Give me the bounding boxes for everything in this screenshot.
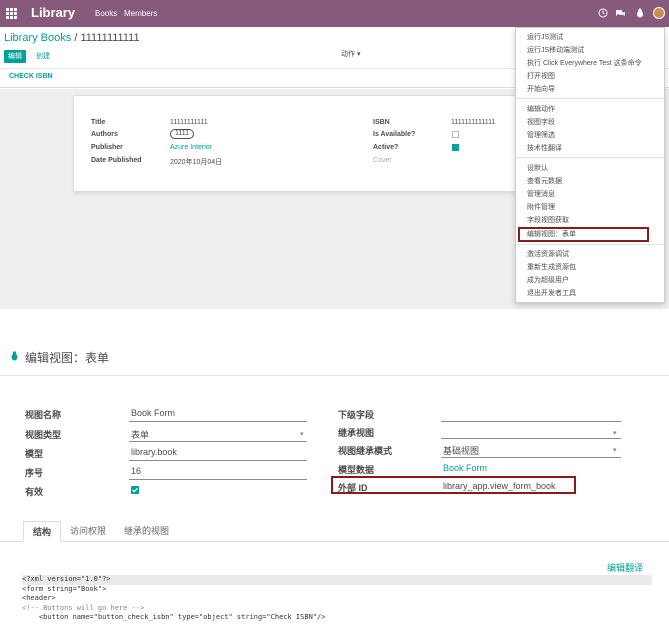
model-underline bbox=[129, 460, 307, 461]
dm-divider bbox=[516, 157, 664, 158]
is-available-label: Is Available? bbox=[373, 131, 416, 138]
is-available-checkbox[interactable] bbox=[452, 131, 459, 138]
active-checkbox[interactable] bbox=[131, 486, 139, 494]
clock-icon[interactable] bbox=[597, 8, 608, 19]
tab-structure[interactable]: 结构 bbox=[23, 521, 62, 542]
breadcrumb-root[interactable]: Library Books bbox=[4, 32, 71, 44]
dm-divider bbox=[516, 244, 664, 245]
app-brand[interactable]: Library bbox=[31, 5, 75, 20]
create-button[interactable]: 创建 bbox=[32, 50, 54, 63]
edit-view-title: 编辑视图：表单 bbox=[25, 351, 110, 365]
dm-run-js-mobile-tests[interactable]: 运行JS移动端测试 bbox=[527, 45, 584, 55]
menu-members[interactable]: Members bbox=[124, 9, 157, 18]
authors-label: Authors bbox=[91, 131, 118, 138]
publisher-link[interactable]: Azure Interior bbox=[170, 144, 212, 151]
chevron-down-icon[interactable]: ▾ bbox=[300, 430, 304, 438]
tab-inherited-views[interactable]: 继承的视图 bbox=[115, 521, 178, 542]
dm-activate-assets-debug[interactable]: 激活资源调试 bbox=[527, 249, 569, 259]
sequence-label: 序号 bbox=[25, 468, 44, 478]
model-data-link[interactable]: Book Form bbox=[443, 463, 487, 473]
dm-fields-view-get[interactable]: 字段视图获取 bbox=[527, 215, 569, 225]
apps-menu-icon[interactable] bbox=[6, 8, 17, 19]
child-field-label: 下级字段 bbox=[338, 410, 375, 420]
tab-access-rights[interactable]: 访问权限 bbox=[61, 521, 115, 542]
menu-books[interactable]: Books bbox=[95, 9, 117, 18]
view-type-label: 视图类型 bbox=[25, 430, 62, 440]
date-published-label: Date Published bbox=[91, 157, 142, 164]
dm-leave-developer-tools[interactable]: 退出开发者工具 bbox=[527, 288, 576, 298]
bug-icon bbox=[10, 351, 19, 364]
debug-dropdown-menu: 运行JS测试 运行JS移动端测试 执行 Click Everywhere Tes… bbox=[515, 27, 665, 303]
code-line: <?xml version="1.0"?> bbox=[22, 575, 652, 585]
dm-regenerate-assets[interactable]: 重新生成资源包 bbox=[527, 262, 576, 272]
dm-manage-filters[interactable]: 管理筛选 bbox=[527, 130, 555, 140]
chevron-down-icon[interactable]: ▾ bbox=[613, 429, 617, 437]
dm-set-defaults[interactable]: 设默认 bbox=[527, 163, 548, 173]
sequence-input[interactable]: 16 bbox=[131, 466, 141, 476]
breadcrumb: Library Books / 11111111111 bbox=[4, 32, 140, 44]
model-label: 模型 bbox=[25, 449, 44, 459]
form-sheet: Title 11111111111 Authors 1111 Publisher… bbox=[73, 95, 523, 192]
view-type-select[interactable]: 表单 bbox=[131, 428, 149, 441]
dm-edit-action[interactable]: 编辑动作 bbox=[527, 104, 555, 114]
date-published-value: 2020年10月04日 bbox=[170, 159, 223, 166]
highlight-box-external-id bbox=[331, 476, 576, 494]
action-dropdown[interactable]: 动作 ▾ bbox=[341, 49, 360, 59]
edit-view-divider bbox=[0, 375, 669, 376]
isbn-label: ISBN bbox=[373, 119, 390, 126]
dm-become-superuser[interactable]: 成为超级用户 bbox=[527, 275, 569, 285]
bug-icon[interactable] bbox=[634, 8, 645, 19]
child-field-underline bbox=[441, 421, 621, 422]
dm-start-wizard[interactable]: 开始向导 bbox=[527, 84, 555, 94]
view-name-input[interactable]: Book Form bbox=[131, 408, 175, 418]
view-name-label: 视图名称 bbox=[25, 410, 62, 420]
isbn-value: 1111111111111 bbox=[451, 119, 496, 126]
active-label: 有效 bbox=[25, 487, 44, 497]
cover-label: Cover bbox=[373, 157, 392, 164]
dm-open-view[interactable]: 打开视图 bbox=[527, 71, 555, 81]
model-input[interactable]: library.book bbox=[131, 447, 177, 457]
breadcrumb-separator: / bbox=[74, 32, 78, 44]
dm-view-metadata[interactable]: 查看元数据 bbox=[527, 176, 562, 186]
view-name-underline bbox=[129, 421, 307, 422]
chat-icon[interactable] bbox=[615, 8, 626, 19]
top-navbar: Library Books Members bbox=[0, 0, 669, 27]
title-label: Title bbox=[91, 119, 106, 126]
xml-code-editor[interactable]: <?xml version="1.0"?> <form string="Book… bbox=[22, 575, 652, 635]
title-value: 11111111111 bbox=[170, 119, 208, 126]
inherit-mode-underline bbox=[441, 457, 621, 458]
chevron-down-icon[interactable]: ▾ bbox=[613, 446, 617, 454]
code-line: <button name="button_check_isbn" type="o… bbox=[22, 613, 326, 621]
dm-technical-translation[interactable]: 技术性翻译 bbox=[527, 143, 562, 153]
dm-run-js-tests[interactable]: 运行JS测试 bbox=[527, 32, 563, 42]
model-data-label: 模型数据 bbox=[338, 465, 375, 475]
breadcrumb-current: 11111111111 bbox=[80, 32, 140, 44]
dm-click-everywhere[interactable]: 执行 Click Everywhere Test 这条命令 bbox=[527, 58, 642, 68]
code-line: <!-- Buttons will go here --> bbox=[22, 603, 145, 612]
code-line: <header> bbox=[22, 594, 56, 602]
dm-manage-attachments[interactable]: 附件管理 bbox=[527, 202, 555, 212]
active-checkbox[interactable] bbox=[452, 144, 459, 151]
user-avatar[interactable] bbox=[653, 7, 665, 19]
dm-divider bbox=[516, 98, 664, 99]
edit-translation-link[interactable]: 编辑翻译 bbox=[607, 561, 643, 574]
inherit-view-label: 继承视图 bbox=[338, 428, 375, 438]
active-label: Active? bbox=[373, 144, 399, 151]
code-line: <form string="Book"> bbox=[22, 584, 107, 593]
inherit-mode-label: 视图继承模式 bbox=[338, 446, 393, 456]
dm-view-fields[interactable]: 视图字段 bbox=[527, 117, 555, 127]
check-isbn-button[interactable]: CHECK ISBN bbox=[9, 73, 53, 80]
publisher-label: Publisher bbox=[91, 144, 123, 151]
dm-manage-messages[interactable]: 管理消息 bbox=[527, 189, 555, 199]
inherit-mode-select[interactable]: 基础视图 bbox=[443, 444, 479, 457]
edit-button[interactable]: 编辑 bbox=[4, 50, 26, 63]
highlight-box-edit-view bbox=[518, 227, 649, 242]
view-type-underline bbox=[129, 441, 307, 442]
sequence-underline bbox=[129, 479, 307, 480]
author-tag[interactable]: 1111 bbox=[170, 129, 195, 139]
inherit-view-underline bbox=[441, 438, 621, 439]
